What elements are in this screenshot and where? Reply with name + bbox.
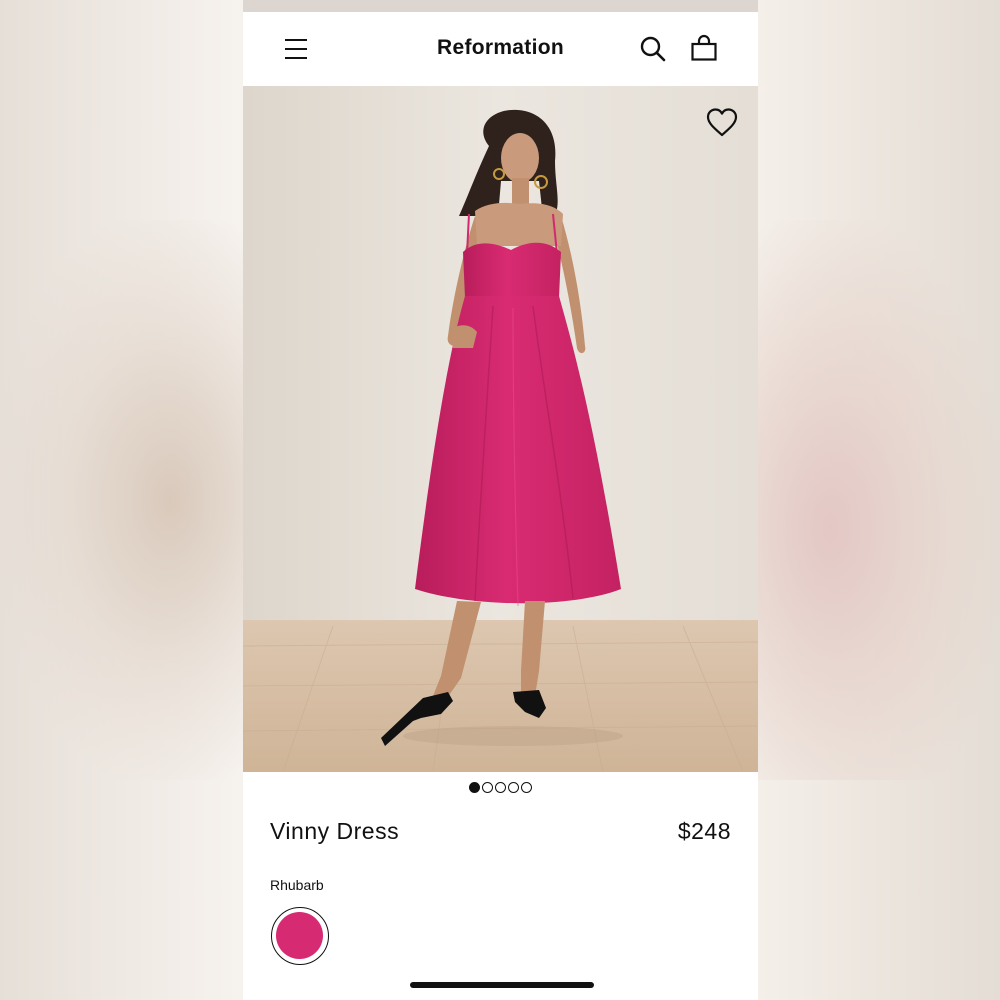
status-bar bbox=[243, 0, 758, 12]
pagination-dot[interactable] bbox=[495, 782, 506, 793]
product-photo-illustration bbox=[243, 86, 758, 772]
color-name: Rhubarb bbox=[270, 877, 324, 893]
search-icon[interactable] bbox=[639, 35, 667, 63]
pagination-dot[interactable] bbox=[482, 782, 493, 793]
pagination-dot[interactable] bbox=[508, 782, 519, 793]
product-image[interactable] bbox=[243, 86, 758, 772]
home-indicator[interactable] bbox=[410, 982, 594, 988]
image-pagination-dots bbox=[469, 782, 532, 794]
pagination-dot[interactable] bbox=[521, 782, 532, 793]
brand-logo[interactable]: Reformation bbox=[243, 36, 758, 60]
pagination-dot[interactable] bbox=[469, 782, 480, 793]
product-name: Vinny Dress bbox=[270, 818, 400, 844]
background-blur-left bbox=[0, 220, 243, 780]
color-swatch-rhubarb[interactable] bbox=[271, 907, 329, 965]
heart-icon[interactable] bbox=[705, 106, 739, 140]
top-navigation-bar: Reformation bbox=[243, 12, 758, 86]
phone-screen: Reformation Vinny Dress $248 Rhubarb bbox=[243, 0, 758, 1000]
background-blur-right bbox=[758, 220, 1000, 780]
shopping-bag-icon[interactable] bbox=[690, 34, 718, 62]
swatch-fill bbox=[276, 912, 323, 959]
product-price: $248 bbox=[677, 818, 731, 844]
